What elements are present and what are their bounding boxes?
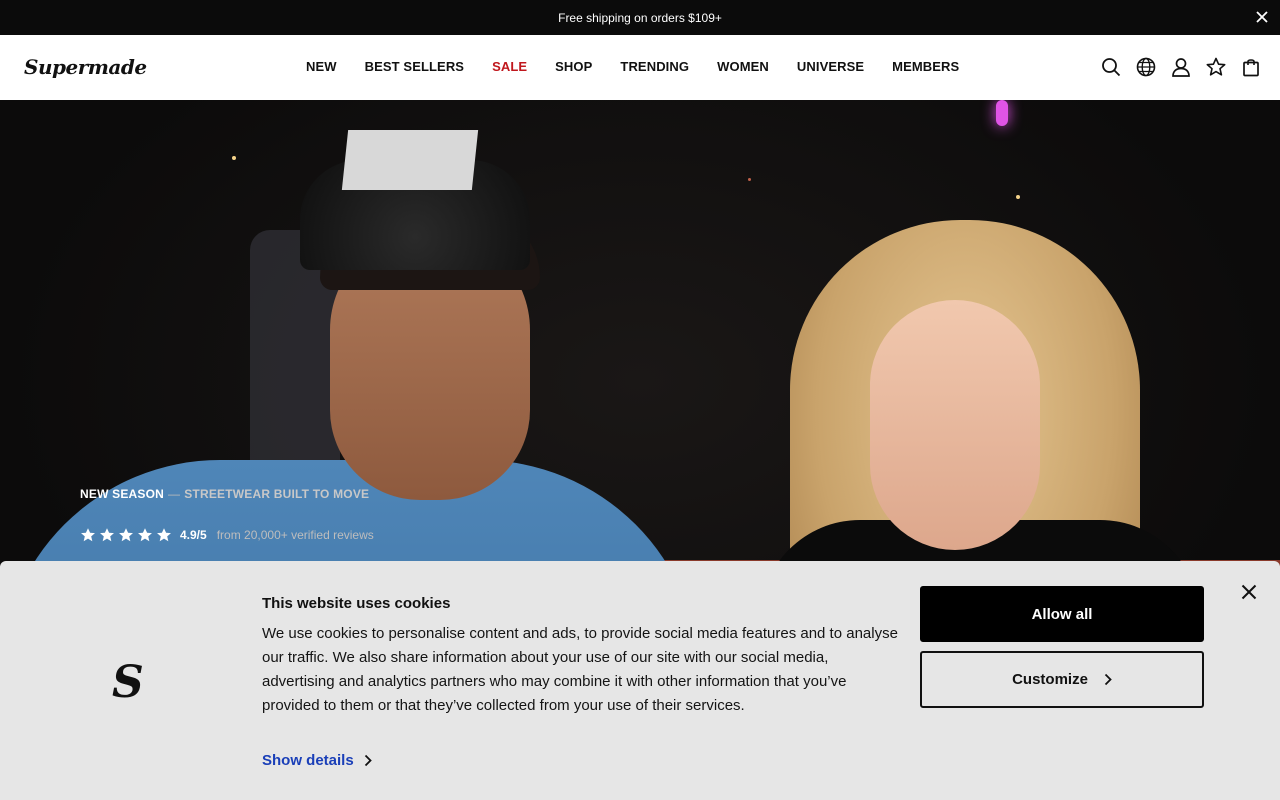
hero-tagline: NEW SEASON — STREETWEAR BUILT TO MOVE: [80, 487, 369, 501]
announcement-bar: Free shipping on orders $109+: [0, 0, 1280, 35]
nav-sale[interactable]: SALE: [492, 59, 527, 74]
customize-label: Customize: [1012, 671, 1088, 688]
rating-stars: [80, 527, 172, 543]
nav-shop[interactable]: SHOP: [555, 59, 592, 74]
star-icon: [81, 528, 95, 542]
nav-women[interactable]: WOMEN: [717, 59, 769, 74]
brand-logo[interactable]: Supermade: [24, 55, 147, 79]
search-icon[interactable]: [1100, 56, 1122, 78]
cookie-banner: S This website uses cookies We use cooki…: [0, 561, 1280, 800]
nav-trending[interactable]: TRENDING: [620, 59, 689, 74]
hero-subtitle: STREETWEAR BUILT TO MOVE: [184, 487, 370, 501]
nav-members[interactable]: MEMBERS: [892, 59, 959, 74]
cart-bag-icon[interactable]: [1240, 56, 1262, 78]
main-nav: NEW BEST SELLERS SALE SHOP TRENDING WOME…: [306, 59, 987, 74]
model-hat-paper: [341, 130, 479, 190]
header-icons: [1100, 56, 1262, 78]
hero-rating: 4.9/5 from 20,000+ verified reviews: [80, 527, 374, 543]
neon-light: [996, 100, 1008, 126]
nav-universe[interactable]: UNIVERSE: [797, 59, 864, 74]
hero-tag: NEW SEASON: [80, 487, 165, 501]
close-icon[interactable]: [1254, 9, 1270, 25]
customize-button[interactable]: Customize: [920, 651, 1204, 708]
rating-text: from 20,000+ verified reviews: [216, 528, 374, 542]
close-icon[interactable]: [1240, 583, 1258, 601]
chevron-right-icon: [1104, 673, 1112, 686]
wishlist-star-icon[interactable]: [1205, 56, 1227, 78]
site-header: Supermade NEW BEST SELLERS SALE SHOP TRE…: [0, 35, 1280, 100]
cookie-brand-logo: S: [112, 657, 144, 708]
account-icon[interactable]: [1170, 56, 1192, 78]
cookie-body: We use cookies to personalise content an…: [262, 625, 898, 714]
star-icon: [100, 528, 114, 542]
rating-value: 4.9/5: [180, 528, 207, 542]
star-icon: [119, 528, 133, 542]
chevron-right-icon: [364, 754, 372, 767]
show-details-label: Show details: [262, 752, 354, 769]
show-details-link[interactable]: Show details: [262, 752, 372, 769]
nav-best-sellers[interactable]: BEST SELLERS: [365, 59, 464, 74]
globe-icon[interactable]: [1135, 56, 1157, 78]
star-icon: [138, 528, 152, 542]
star-icon: [157, 528, 171, 542]
nav-new[interactable]: NEW: [306, 59, 337, 74]
allow-all-button[interactable]: Allow all: [920, 586, 1204, 642]
hero-separator: —: [168, 487, 181, 501]
announcement-text: Free shipping on orders $109+: [558, 10, 722, 25]
cookie-title: This website uses cookies: [262, 595, 451, 612]
model2-face: [870, 300, 1040, 550]
